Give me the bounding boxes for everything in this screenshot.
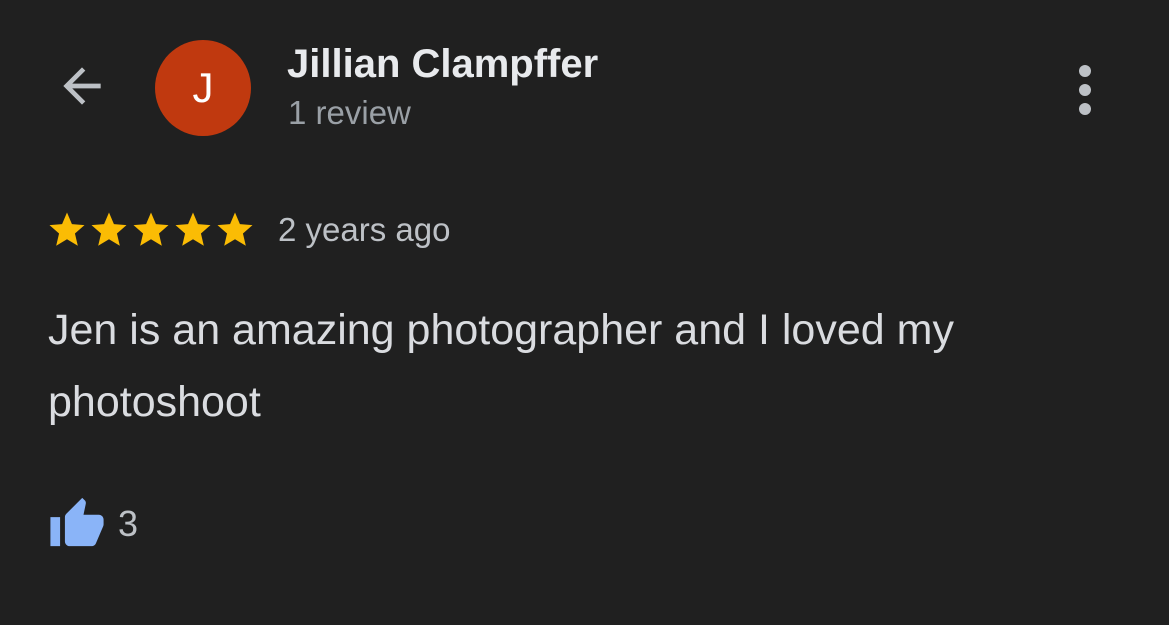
star-icon — [133, 212, 169, 246]
star-icon — [49, 212, 85, 246]
arrow-left-icon — [54, 58, 110, 119]
review-text: Jen is an amazing photographer and I lov… — [48, 306, 954, 426]
review-timestamp: 2 years ago — [278, 211, 451, 248]
thumbs-up-icon — [48, 495, 106, 554]
star-icon — [217, 212, 253, 246]
like-button[interactable]: 3 — [48, 494, 138, 554]
more-vertical-icon-dot — [1079, 84, 1091, 96]
star-rating — [46, 209, 256, 251]
author-name[interactable]: Jillian Clampffer — [287, 42, 598, 87]
back-button[interactable] — [50, 60, 114, 116]
more-vertical-icon — [1079, 65, 1091, 77]
star-icon — [91, 212, 127, 246]
review-count: 1 review — [288, 94, 411, 131]
more-options-button[interactable] — [1060, 58, 1110, 122]
avatar[interactable]: J — [155, 40, 251, 136]
star-icon — [175, 212, 211, 246]
rating-row: 2 years ago — [46, 208, 450, 252]
avatar-letter: J — [192, 64, 214, 111]
more-vertical-icon-dot — [1079, 103, 1091, 115]
like-count: 3 — [118, 503, 139, 544]
